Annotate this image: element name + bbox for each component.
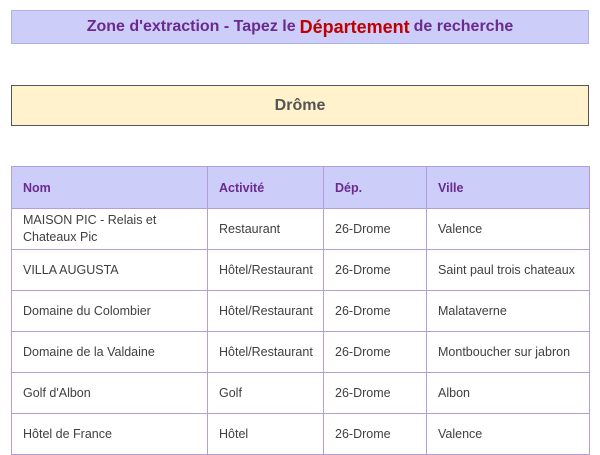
cell-nom[interactable]: Hôtel de France <box>11 413 208 455</box>
cell-activite[interactable]: Hôtel/Restaurant <box>207 290 324 332</box>
table-row: Domaine de la Valdaine Hôtel/Restaurant … <box>11 331 590 373</box>
cell-dep[interactable]: 26-Drome <box>323 331 427 373</box>
cell-ville[interactable]: Valence <box>426 208 590 250</box>
cell-dep[interactable]: 26-Drome <box>323 413 427 455</box>
results-table: Nom Activité Dép. Ville MAISON PIC - Rel… <box>11 166 590 455</box>
cell-ville[interactable]: Montboucher sur jabron <box>426 331 590 373</box>
extraction-zone-title: Zone d'extraction - Tapez le Département… <box>11 10 589 44</box>
cell-dep[interactable]: 26-Drome <box>323 290 427 332</box>
department-search-value: Drôme <box>274 96 326 114</box>
cell-nom[interactable]: VILLA AUGUSTA <box>11 249 208 291</box>
title-suffix: de recherche <box>413 18 514 35</box>
title-highlight: Département <box>299 16 410 37</box>
cell-activite[interactable]: Restaurant <box>207 208 324 250</box>
table-row: Golf d'Albon Golf 26-Drome Albon <box>11 372 590 414</box>
table-header-row: Nom Activité Dép. Ville <box>11 166 590 209</box>
table-row: VILLA AUGUSTA Hôtel/Restaurant 26-Drome … <box>11 249 590 291</box>
cell-ville[interactable]: Valence <box>426 413 590 455</box>
column-header-nom: Nom <box>11 166 208 209</box>
cell-activite[interactable]: Hôtel <box>207 413 324 455</box>
column-header-ville: Ville <box>426 166 590 209</box>
cell-dep[interactable]: 26-Drome <box>323 372 427 414</box>
cell-nom[interactable]: Golf d'Albon <box>11 372 208 414</box>
cell-activite[interactable]: Golf <box>207 372 324 414</box>
title-prefix: Zone d'extraction - Tapez le <box>86 18 296 35</box>
table-row: MAISON PIC - Relais et Chateaux Pic Rest… <box>11 208 590 250</box>
cell-ville[interactable]: Albon <box>426 372 590 414</box>
cell-activite[interactable]: Hôtel/Restaurant <box>207 331 324 373</box>
cell-nom[interactable]: Domaine du Colombier <box>11 290 208 332</box>
cell-nom[interactable]: Domaine de la Valdaine <box>11 331 208 373</box>
table-row: Hôtel de France Hôtel 26-Drome Valence <box>11 413 590 455</box>
department-search-cell[interactable]: Drôme <box>11 85 589 126</box>
column-header-activite: Activité <box>207 166 324 209</box>
cell-ville[interactable]: Saint paul trois chateaux <box>426 249 590 291</box>
cell-activite[interactable]: Hôtel/Restaurant <box>207 249 324 291</box>
column-header-dep: Dép. <box>323 166 427 209</box>
cell-ville[interactable]: Malataverne <box>426 290 590 332</box>
cell-dep[interactable]: 26-Drome <box>323 208 427 250</box>
table-row: Domaine du Colombier Hôtel/Restaurant 26… <box>11 290 590 332</box>
cell-nom[interactable]: MAISON PIC - Relais et Chateaux Pic <box>11 208 208 250</box>
cell-dep[interactable]: 26-Drome <box>323 249 427 291</box>
